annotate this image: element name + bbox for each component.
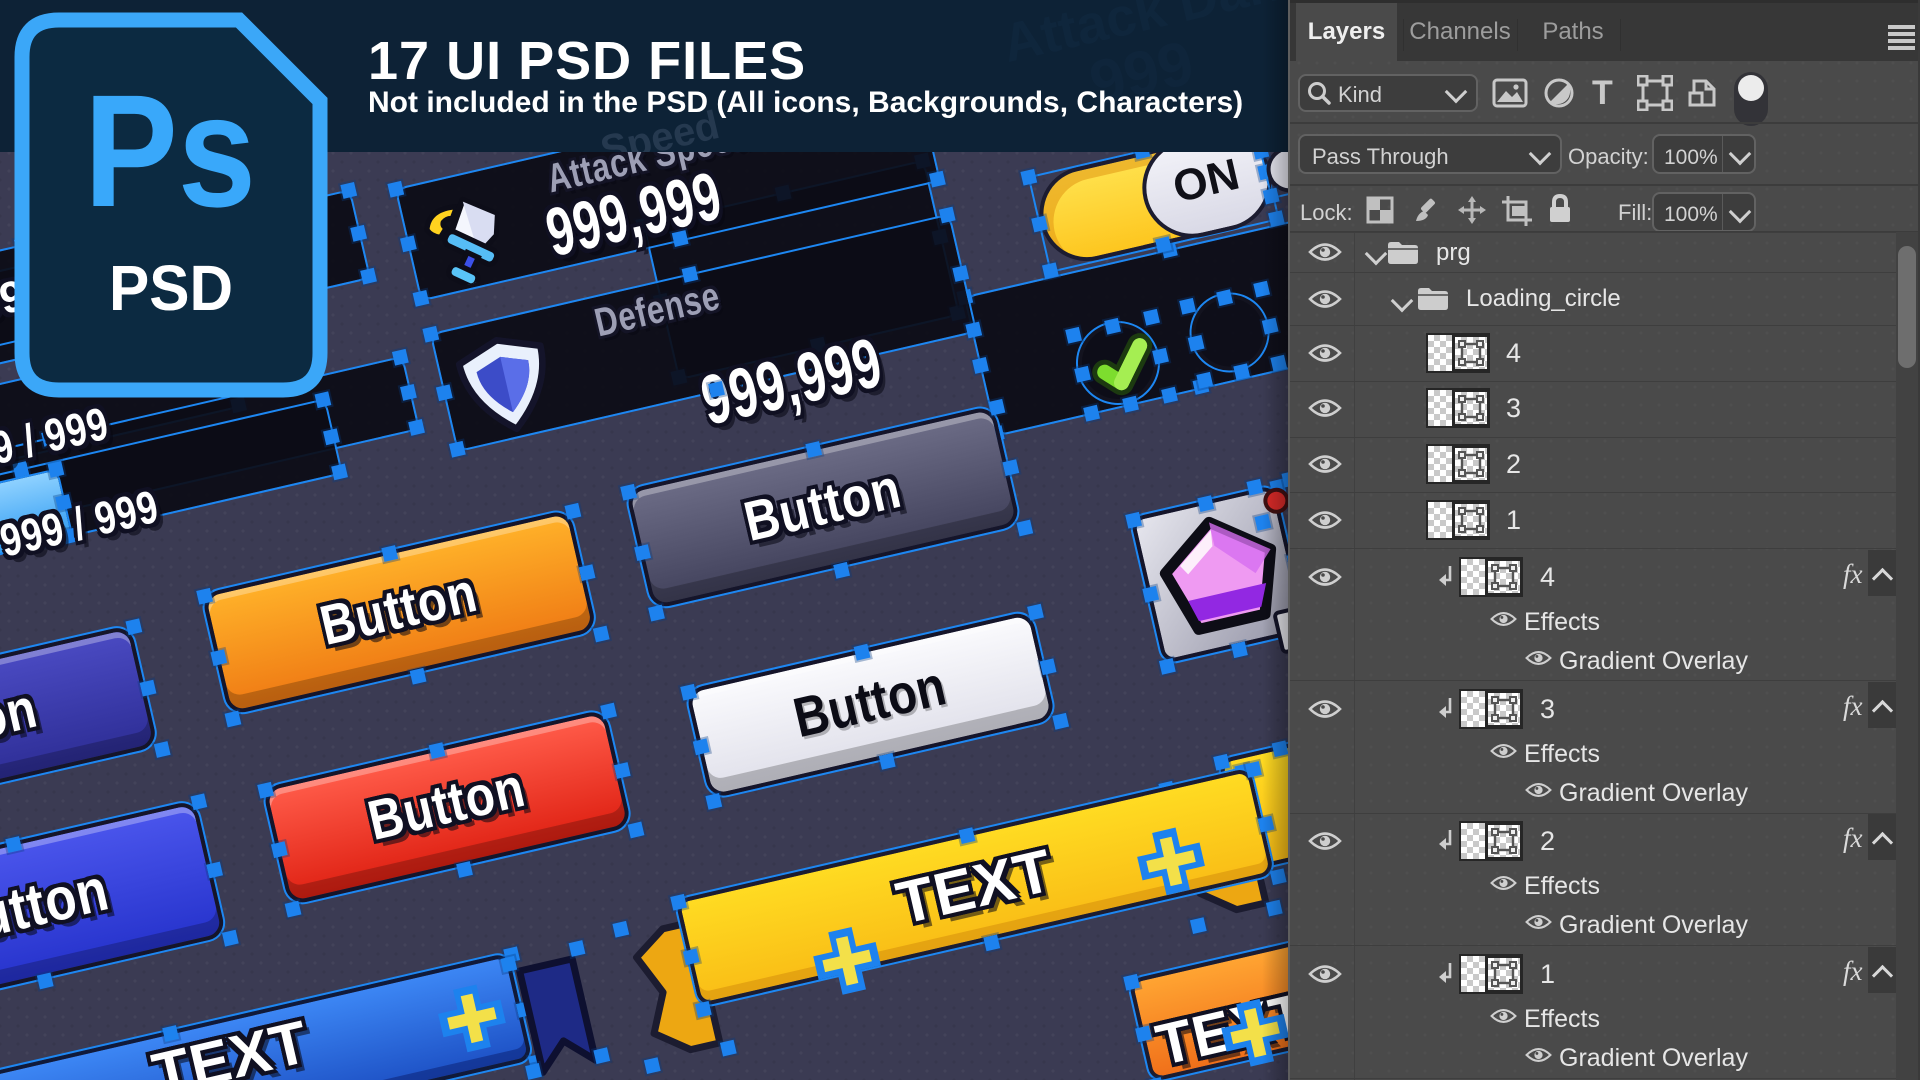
- svg-text:Ps: Ps: [84, 61, 256, 240]
- svg-text:PSD: PSD: [109, 252, 233, 324]
